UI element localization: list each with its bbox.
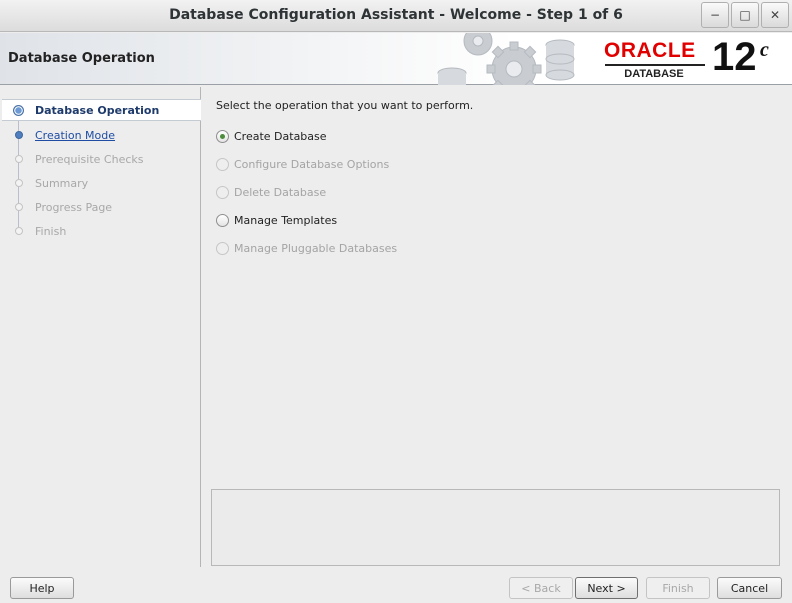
- step-label: Creation Mode: [35, 128, 116, 142]
- logo-rule: [605, 64, 705, 66]
- oracle-wordmark: ORACLE: [604, 39, 696, 62]
- cancel-button[interactable]: Cancel: [717, 577, 782, 599]
- minimize-button[interactable]: −: [701, 2, 729, 28]
- window-title: Database Configuration Assistant - Welco…: [169, 7, 623, 23]
- step-label: Database Operation: [35, 103, 160, 117]
- steps-navigation: Database Operation Creation Mode Prerequ…: [2, 87, 201, 567]
- step-pending-icon: [15, 227, 23, 235]
- step-done-icon: [15, 131, 23, 139]
- step-summary: Summary: [2, 172, 201, 194]
- step-current-icon: [13, 104, 24, 116]
- step-label: Summary: [35, 176, 89, 190]
- radio-button[interactable]: [216, 213, 229, 227]
- step-finish: Finish: [2, 220, 201, 242]
- radio-button: [216, 157, 229, 171]
- radio-button: [216, 185, 229, 199]
- oracle-product-label: DATABASE: [624, 68, 684, 80]
- maximize-button[interactable]: □: [731, 2, 759, 28]
- operation-prompt: Select the operation that you want to pe…: [216, 99, 474, 112]
- oracle-database-12c-logo: ORACLE DATABASE 12 c: [604, 35, 784, 81]
- help-button[interactable]: Help: [10, 577, 74, 599]
- main-panel: Select the operation that you want to pe…: [202, 87, 790, 567]
- page-title: Database Operation: [8, 51, 155, 66]
- step-label: Prerequisite Checks: [35, 152, 144, 166]
- close-button[interactable]: ✕: [761, 2, 789, 28]
- option-manage-templates[interactable]: Manage Templates: [216, 211, 337, 229]
- step-label: Finish: [35, 224, 67, 238]
- title-bar: Database Configuration Assistant - Welco…: [0, 0, 792, 32]
- option-create-database[interactable]: Create Database: [216, 127, 327, 145]
- step-progress-page: Progress Page: [2, 196, 201, 218]
- option-label: Delete Database: [234, 185, 327, 199]
- step-prerequisite-checks: Prerequisite Checks: [2, 148, 201, 170]
- step-label: Progress Page: [35, 200, 113, 214]
- option-manage-pluggable-databases: Manage Pluggable Databases: [216, 239, 397, 257]
- step-database-operation[interactable]: Database Operation: [2, 99, 201, 121]
- option-delete-database: Delete Database: [216, 183, 326, 201]
- back-button: < Back: [509, 577, 573, 599]
- step-pending-icon: [15, 155, 23, 163]
- window-controls: − □ ✕: [699, 2, 789, 28]
- option-label: Manage Pluggable Databases: [234, 241, 398, 255]
- oracle-version-suffix: c: [760, 39, 769, 61]
- header-banner: Database Operation ORACLE DATABASE 12 c: [0, 33, 792, 85]
- step-pending-icon: [15, 203, 23, 211]
- step-pending-icon: [15, 179, 23, 187]
- oracle-version: 12: [712, 35, 757, 79]
- finish-button: Finish: [646, 577, 710, 599]
- message-area: [211, 489, 780, 566]
- step-creation-mode[interactable]: Creation Mode: [2, 124, 201, 146]
- gears-decoration-icon: [437, 33, 575, 85]
- next-button[interactable]: Next >: [575, 577, 638, 599]
- option-label: Configure Database Options: [234, 157, 390, 171]
- option-configure-database-options: Configure Database Options: [216, 155, 389, 173]
- option-label: Create Database: [234, 129, 327, 143]
- radio-button[interactable]: [216, 129, 229, 143]
- option-label: Manage Templates: [234, 213, 338, 227]
- radio-button: [216, 241, 229, 255]
